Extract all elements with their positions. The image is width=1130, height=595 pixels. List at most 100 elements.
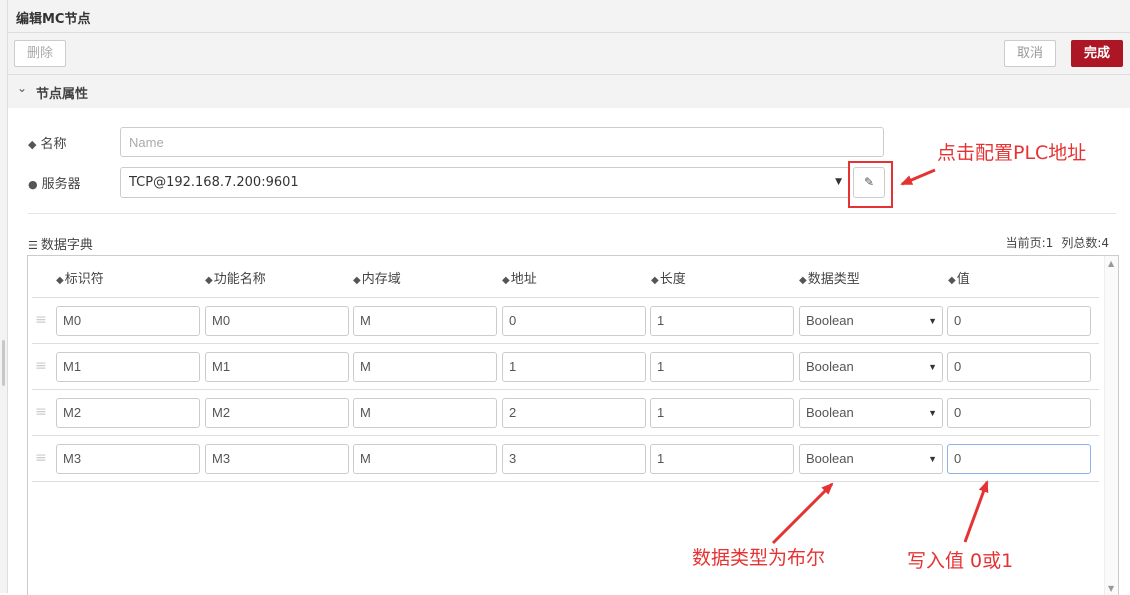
dictionary-label-text: 数据字典 — [40, 238, 93, 253]
total-columns: 列总数:4 — [1061, 236, 1109, 250]
name-cell-input[interactable]: M2 — [205, 398, 349, 428]
id-input[interactable]: M2 — [56, 398, 200, 428]
dropdown-arrow-icon: ▼ — [928, 454, 937, 464]
name-label-text: 名称 — [40, 137, 67, 152]
dictionary-table: ◆标识符 ◆功能名称 ◆内存域 ◆地址 ◆长度 ◆数据类型 ◆值 ≡ M0 M0… — [27, 255, 1119, 595]
address-input[interactable]: 3 — [502, 444, 646, 474]
table-row: ≡ M3 M3 M 3 1 Boolean ▼ 0 — [32, 436, 1099, 482]
id-input[interactable]: M1 — [56, 352, 200, 382]
type-select[interactable]: Boolean ▼ — [799, 352, 943, 382]
value-input[interactable]: 0 — [947, 352, 1091, 382]
scroll-up-icon[interactable]: ▲ — [1108, 259, 1114, 268]
dialog-toolbar: 删除 取消 完成 — [8, 33, 1130, 75]
annotation-type: 数据类型为布尔 — [692, 547, 826, 569]
current-page: 当前页:1 — [1005, 236, 1054, 250]
drag-handle-icon[interactable]: ≡ — [35, 313, 47, 327]
annotation-plc: 点击配置PLC地址 — [937, 142, 1087, 164]
column-header-text: 标识符 — [64, 272, 104, 287]
column-header-name: ◆功能名称 — [205, 268, 266, 287]
column-header-text: 长度 — [659, 272, 686, 287]
dialog-header: 编辑MC节点 — [8, 0, 1130, 33]
name-input[interactable] — [120, 127, 884, 157]
area-input[interactable]: M — [353, 306, 497, 336]
annotation-value: 写入值 0或1 — [907, 550, 1014, 572]
address-input[interactable]: 0 — [502, 306, 646, 336]
dialog-title: 编辑MC节点 — [16, 12, 91, 27]
divider — [28, 213, 1116, 214]
left-resize-bar[interactable] — [0, 0, 8, 593]
cancel-button[interactable]: 取消 — [1004, 40, 1056, 67]
tag-icon: ◆ — [205, 275, 213, 286]
tag-icon: ◆ — [799, 275, 807, 286]
area-input[interactable]: M — [353, 352, 497, 382]
column-header-length: ◆长度 — [651, 268, 686, 287]
table-row: ≡ M2 M2 M 2 1 Boolean ▼ 0 — [32, 390, 1099, 436]
column-header-area: ◆内存域 — [353, 268, 401, 287]
type-select[interactable]: Boolean ▼ — [799, 444, 943, 474]
drag-handle-icon[interactable]: ≡ — [35, 359, 47, 373]
globe-icon: ● — [28, 178, 38, 191]
column-header-text: 地址 — [510, 272, 537, 287]
tag-icon: ◆ — [353, 275, 361, 286]
name-cell-input[interactable]: M3 — [205, 444, 349, 474]
id-input[interactable]: M0 — [56, 306, 200, 336]
server-select-value: TCP@192.168.7.200:9601 — [129, 175, 299, 190]
tag-icon: ◆ — [56, 275, 64, 286]
chevron-down-icon[interactable]: ⌄ — [17, 81, 27, 95]
done-button[interactable]: 完成 — [1071, 40, 1123, 67]
length-input[interactable]: 1 — [650, 398, 794, 428]
column-header-text: 值 — [956, 272, 970, 287]
drag-handle-icon[interactable]: ≡ — [35, 451, 47, 465]
server-label-text: 服务器 — [41, 177, 81, 192]
area-input[interactable]: M — [353, 398, 497, 428]
resize-grip-icon[interactable] — [2, 340, 5, 386]
type-select[interactable]: Boolean ▼ — [799, 398, 943, 428]
address-input[interactable]: 2 — [502, 398, 646, 428]
length-input[interactable]: 1 — [650, 306, 794, 336]
column-header-type: ◆数据类型 — [799, 268, 860, 287]
tag-icon: ◆ — [28, 138, 37, 151]
server-select[interactable]: TCP@192.168.7.200:9601 ▼ — [120, 167, 850, 198]
type-select-value: Boolean — [806, 359, 854, 374]
dictionary-label: ☰ 数据字典 — [28, 234, 93, 253]
highlight-box — [848, 161, 893, 208]
dropdown-arrow-icon: ▼ — [835, 177, 842, 187]
dropdown-arrow-icon: ▼ — [928, 362, 937, 372]
name-cell-input[interactable]: M0 — [205, 306, 349, 336]
section-title: 节点属性 — [36, 87, 89, 102]
name-cell-input[interactable]: M1 — [205, 352, 349, 382]
dropdown-arrow-icon: ▼ — [928, 408, 937, 418]
id-input[interactable]: M3 — [56, 444, 200, 474]
tag-icon: ◆ — [502, 275, 510, 286]
name-label: ◆ 名称 — [28, 133, 66, 152]
value-input[interactable]: 0 — [947, 444, 1091, 474]
address-input[interactable]: 1 — [502, 352, 646, 382]
length-input[interactable]: 1 — [650, 352, 794, 382]
tag-icon: ◆ — [948, 275, 956, 286]
drag-handle-icon[interactable]: ≡ — [35, 405, 47, 419]
scroll-down-icon[interactable]: ▼ — [1108, 584, 1114, 593]
column-header-text: 功能名称 — [213, 272, 266, 287]
type-select[interactable]: Boolean ▼ — [799, 306, 943, 336]
area-input[interactable]: M — [353, 444, 497, 474]
delete-button[interactable]: 删除 — [14, 40, 66, 67]
arrow-to-edit-button — [900, 168, 936, 186]
column-header-id: ◆标识符 — [56, 268, 104, 287]
page-info: 当前页:1 列总数:4 — [998, 234, 1109, 251]
server-label: ● 服务器 — [28, 173, 81, 192]
type-select-value: Boolean — [806, 313, 854, 328]
value-input[interactable]: 0 — [947, 306, 1091, 336]
table-row: ≡ M1 M1 M 1 1 Boolean ▼ 0 — [32, 344, 1099, 390]
column-header-text: 内存域 — [361, 272, 401, 287]
type-select-value: Boolean — [806, 451, 854, 466]
length-input[interactable]: 1 — [650, 444, 794, 474]
dropdown-arrow-icon: ▼ — [928, 316, 937, 326]
table-row: ≡ M0 M0 M 0 1 Boolean ▼ 0 — [32, 298, 1099, 344]
table-scrollbar[interactable]: ▲ ▼ — [1104, 256, 1118, 595]
list-icon: ☰ — [28, 239, 38, 252]
tag-icon: ◆ — [651, 275, 659, 286]
column-header-address: ◆地址 — [502, 268, 537, 287]
column-header-value: ◆值 — [948, 268, 970, 287]
value-input[interactable]: 0 — [947, 398, 1091, 428]
section-header[interactable]: ⌄ 节点属性 — [8, 75, 1130, 108]
